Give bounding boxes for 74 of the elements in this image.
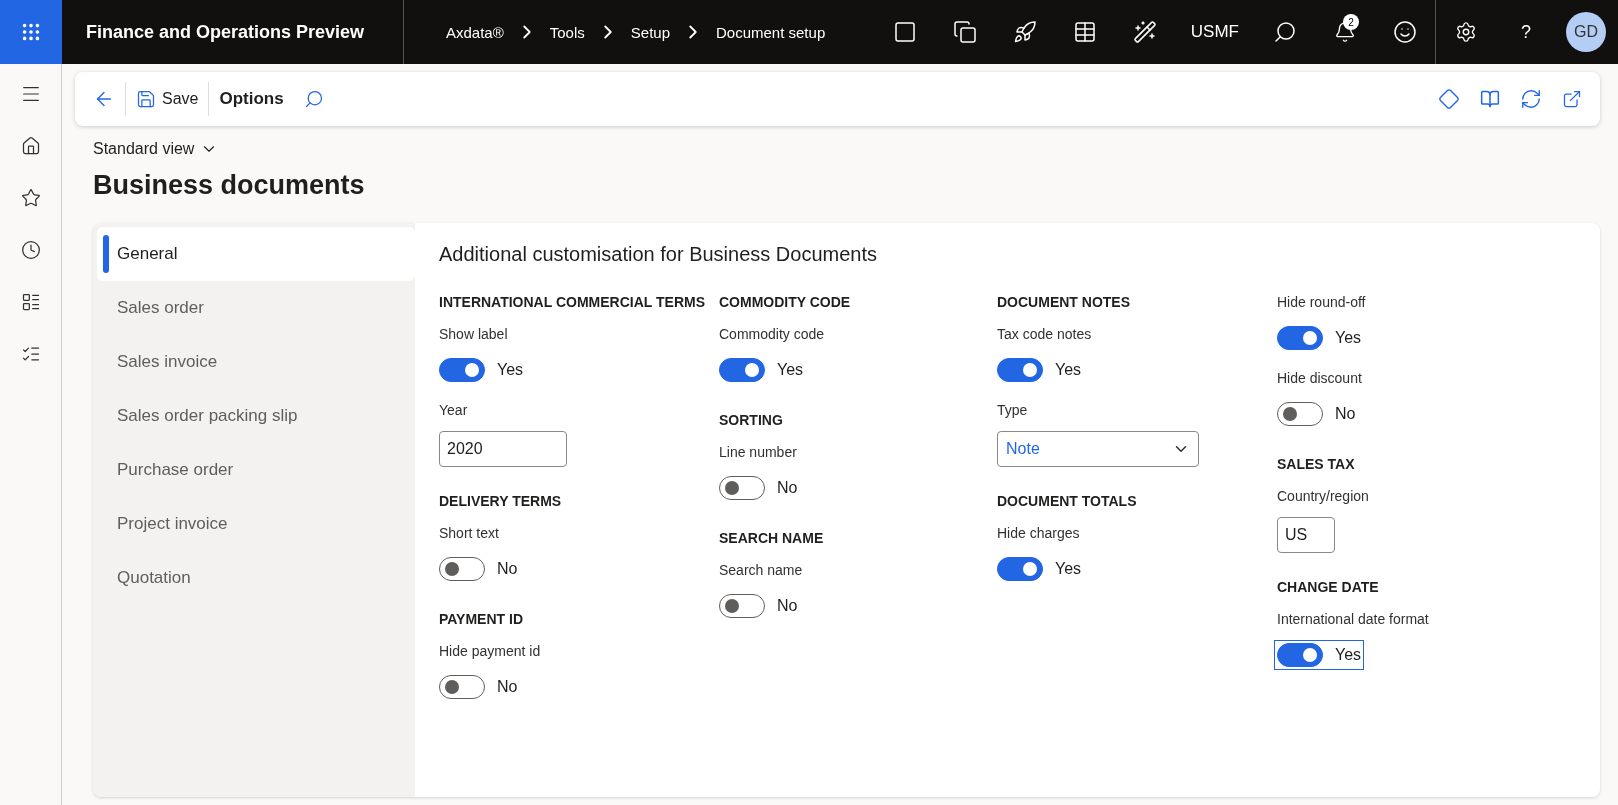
breadcrumb-link[interactable]: Document setup bbox=[716, 23, 826, 41]
toggle-switch[interactable] bbox=[997, 557, 1043, 581]
field-label: Hide payment id bbox=[439, 643, 542, 661]
vertical-tab[interactable]: Sales order packing slip bbox=[97, 389, 415, 443]
toggle-switch[interactable] bbox=[719, 476, 765, 500]
toggle-value: No bbox=[1335, 405, 1356, 423]
toggle-value: No bbox=[497, 678, 518, 696]
save-button[interactable]: Save bbox=[126, 79, 209, 119]
breadcrumb-link[interactable]: Axdata® bbox=[446, 23, 504, 41]
field-label: Year bbox=[439, 402, 469, 420]
app-title: Finance and Operations Preview bbox=[62, 0, 404, 64]
section-heading: COMMODITY CODE bbox=[719, 294, 852, 312]
toggle-switch[interactable] bbox=[1277, 326, 1323, 350]
toggle-value: Yes bbox=[1055, 560, 1082, 578]
field-label: Short text bbox=[439, 525, 500, 543]
field-label: Search name bbox=[719, 562, 804, 580]
input-field[interactable]: US bbox=[1277, 517, 1335, 553]
field-label: Show label bbox=[439, 326, 509, 344]
toggle-value: No bbox=[777, 597, 798, 615]
toggle-value: Yes bbox=[1335, 329, 1362, 347]
vertical-tab[interactable]: Quotation bbox=[97, 551, 415, 605]
vertical-tab[interactable]: Purchase order bbox=[97, 443, 415, 497]
toggle-switch[interactable] bbox=[439, 557, 485, 581]
vertical-tab[interactable]: Sales invoice bbox=[97, 335, 415, 389]
field-label: Tax code notes bbox=[997, 326, 1093, 344]
section-heading: CHANGE DATE bbox=[1277, 579, 1380, 597]
help-button[interactable]: ? bbox=[1496, 0, 1556, 64]
section-heading: DELIVERY TERMS bbox=[439, 493, 563, 511]
field-label: Country/region bbox=[1277, 488, 1370, 506]
field-label: Type bbox=[997, 402, 1029, 420]
vertical-tab[interactable]: Sales order bbox=[97, 281, 415, 335]
toggle-switch[interactable] bbox=[1277, 643, 1323, 667]
form-title: Additional customisation for Business Documents bbox=[439, 243, 878, 266]
dropdown-field[interactable]: Note bbox=[997, 431, 1199, 467]
field-label: Hide charges bbox=[997, 525, 1081, 543]
toggle-value: No bbox=[497, 560, 518, 578]
vertical-tab[interactable]: Project invoice bbox=[97, 497, 415, 551]
section-heading: SORTING bbox=[719, 412, 784, 430]
section-heading: DOCUMENT TOTALS bbox=[997, 493, 1138, 511]
field-label: Hide round-off bbox=[1277, 294, 1367, 312]
field-label: Line number bbox=[719, 444, 798, 462]
toggle-switch[interactable] bbox=[439, 358, 485, 382]
toggle-value: Yes bbox=[1335, 646, 1362, 664]
section-heading: DOCUMENT NOTES bbox=[997, 294, 1131, 312]
breadcrumb-link[interactable]: Setup bbox=[630, 23, 670, 41]
toggle-value: No bbox=[777, 479, 798, 497]
field-label: International date format bbox=[1277, 611, 1430, 629]
page-title: Business documents bbox=[93, 170, 366, 201]
input-field[interactable]: 2020 bbox=[439, 431, 567, 467]
view-selector[interactable]: Standard view bbox=[93, 140, 219, 158]
toggle-value: Yes bbox=[777, 361, 804, 379]
section-heading: SEARCH NAME bbox=[719, 530, 825, 548]
options-button[interactable]: Options bbox=[209, 79, 294, 119]
field-label: Hide discount bbox=[1277, 370, 1363, 388]
toggle-switch[interactable] bbox=[997, 358, 1043, 382]
section-heading: PAYMENT ID bbox=[439, 611, 524, 629]
save-icon bbox=[136, 89, 156, 109]
section-heading: INTERNATIONAL COMMERCIAL TERMS bbox=[439, 294, 706, 312]
notifications-button[interactable]: 2 bbox=[1315, 0, 1375, 64]
vertical-tab[interactable]: General bbox=[97, 227, 415, 281]
company-button[interactable]: USMF bbox=[1174, 0, 1255, 64]
app-launcher-button[interactable] bbox=[0, 0, 62, 64]
section-heading: SALES TAX bbox=[1277, 456, 1356, 474]
toggle-switch[interactable] bbox=[719, 358, 765, 382]
field-label: Commodity code bbox=[719, 326, 826, 344]
toggle-switch[interactable] bbox=[719, 594, 765, 618]
toggle-value: Yes bbox=[1055, 361, 1082, 379]
toggle-switch[interactable] bbox=[1277, 402, 1323, 426]
toggle-value: Yes bbox=[497, 361, 524, 379]
notification-badge: 2 bbox=[1343, 14, 1359, 30]
toggle-switch[interactable] bbox=[439, 675, 485, 699]
user-avatar[interactable]: GD bbox=[1566, 12, 1606, 52]
breadcrumb-link[interactable]: Tools bbox=[549, 23, 585, 41]
waffle-icon bbox=[20, 21, 42, 43]
